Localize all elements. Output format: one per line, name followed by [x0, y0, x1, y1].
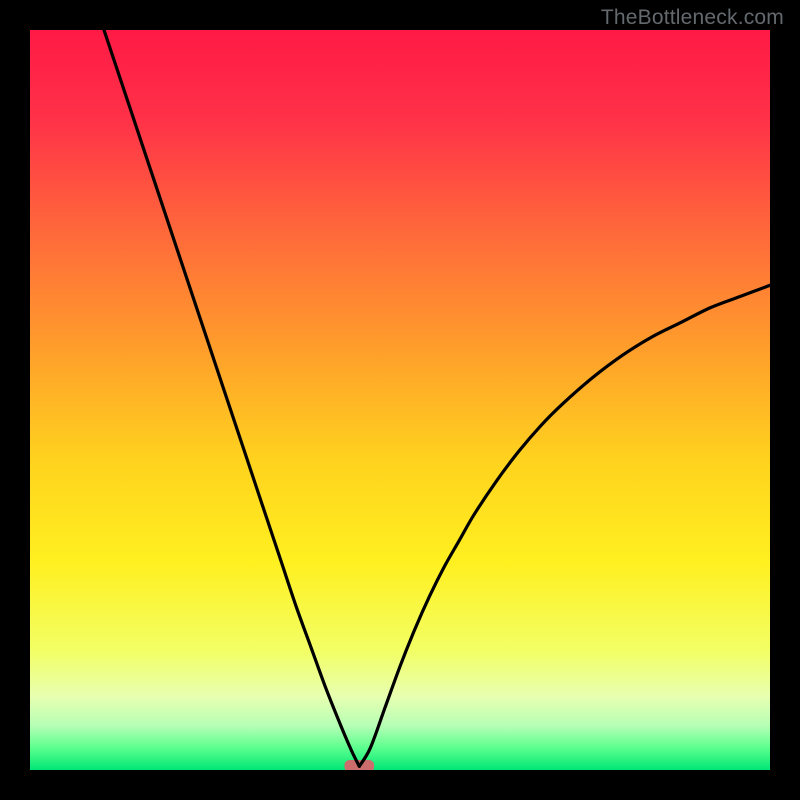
plot-area [30, 30, 770, 770]
chart-frame: TheBottleneck.com [0, 0, 800, 800]
chart-svg [30, 30, 770, 770]
watermark-text: TheBottleneck.com [601, 6, 784, 30]
